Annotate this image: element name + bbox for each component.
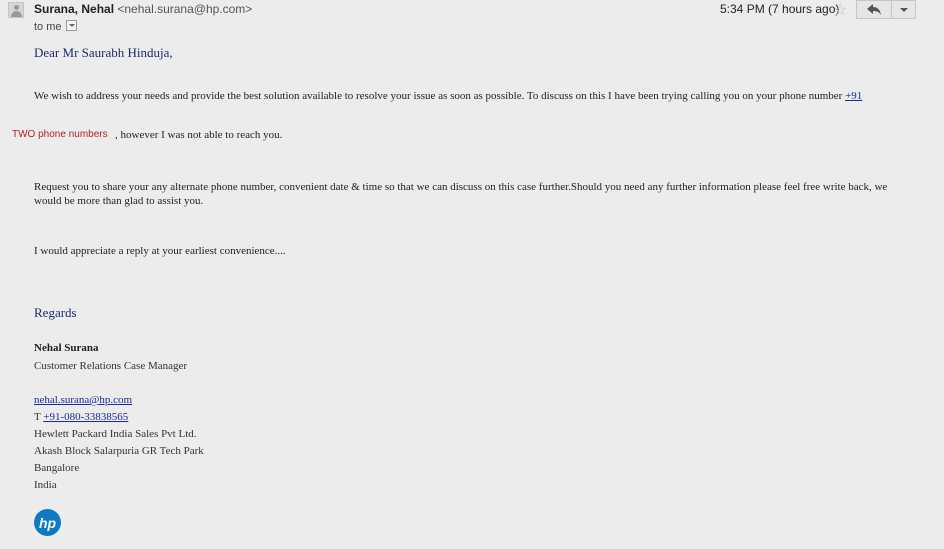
hp-logo-text: hp <box>38 514 57 531</box>
hp-logo: hp <box>34 509 61 536</box>
recipient-label: to me <box>34 21 62 33</box>
paragraph-3: I would appreciate a reply at your earli… <box>34 245 286 257</box>
signature-name: Nehal Surana <box>34 342 99 354</box>
message-timestamp: 5:34 PM (7 hours ago) <box>720 2 840 16</box>
greeting: Dear Mr Saurabh Hinduja, <box>34 45 173 60</box>
phone-link[interactable]: +91 <box>845 90 862 102</box>
signature-address: Akash Block Salarpuria GR Tech Park <box>34 445 204 457</box>
phone-prefix: T <box>34 411 41 423</box>
paragraph-2: Request you to share your any alternate … <box>34 181 888 207</box>
signature-title: Customer Relations Case Manager <box>34 360 188 372</box>
signature-phone-link[interactable]: +91-080-33838565 <box>43 411 128 423</box>
paragraph-1-continued: , however I was not able to reach you. <box>115 129 283 141</box>
signature-phone: T +91-080-33838565 <box>34 411 128 423</box>
more-actions-button[interactable] <box>892 0 916 19</box>
closing: Regards <box>34 305 77 320</box>
sender-name[interactable]: Surana, Nehal <box>34 2 114 16</box>
person-silhouette-icon <box>14 5 19 10</box>
chevron-down-icon[interactable] <box>65 20 77 31</box>
reply-arrow-icon <box>867 4 881 15</box>
signature-email: nehal.surana@hp.com <box>34 394 132 406</box>
sender-info: Surana, Nehal <nehal.surana@hp.com> <box>34 2 252 16</box>
recipient-line: to me <box>34 20 77 33</box>
reply-button[interactable] <box>856 0 892 19</box>
paragraph-1-text: We wish to address your needs and provid… <box>34 90 843 102</box>
paragraph-1: We wish to address your needs and provid… <box>34 90 862 102</box>
avatar <box>8 2 24 18</box>
sender-email: <nehal.surana@hp.com> <box>117 2 253 16</box>
signature-country: India <box>34 479 57 491</box>
signature-email-link[interactable]: nehal.surana@hp.com <box>34 394 132 406</box>
signature-city: Bangalore <box>34 462 80 474</box>
redaction-note: TWO phone numbers <box>12 129 108 140</box>
star-icon[interactable]: ☆ <box>833 0 847 20</box>
signature-company: Hewlett Packard India Sales Pvt Ltd. <box>34 428 197 440</box>
